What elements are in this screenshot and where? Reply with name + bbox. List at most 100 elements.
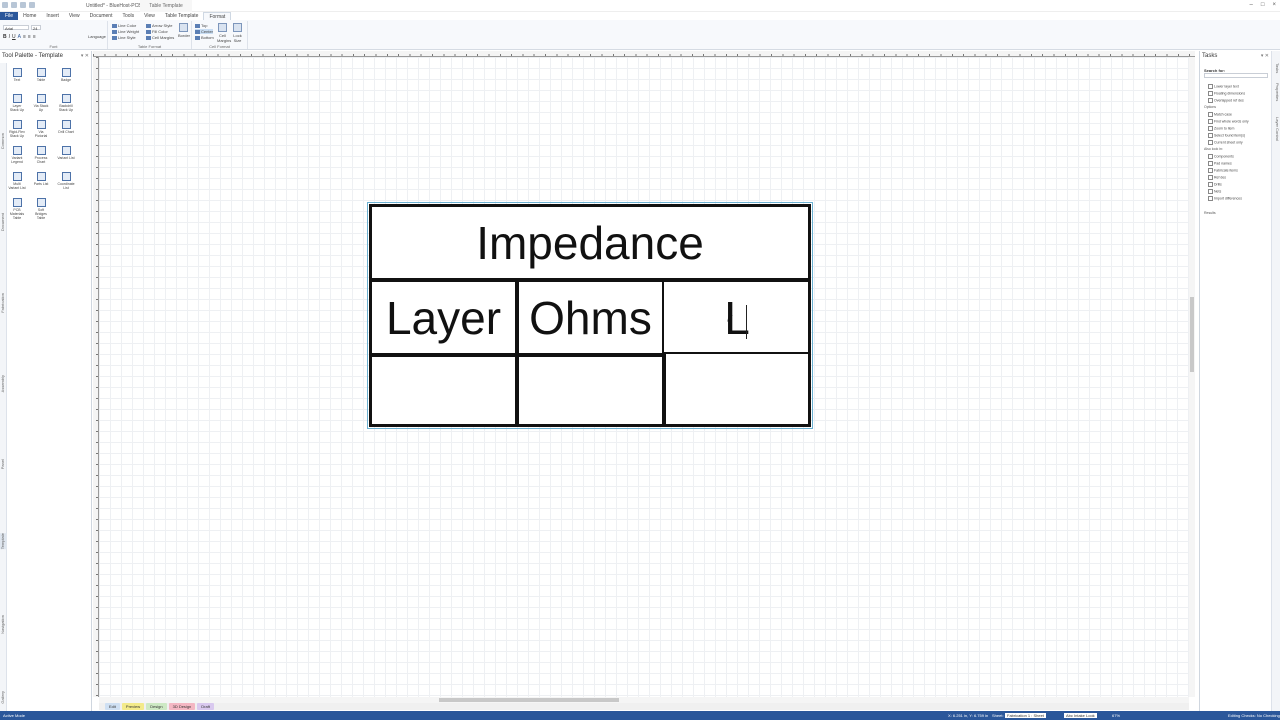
border-button[interactable]: Border (178, 23, 190, 38)
rtab-layer-control[interactable]: Layer Control (1273, 117, 1280, 141)
font-name-select[interactable]: Arial (3, 25, 29, 31)
arrow-style-button[interactable]: Arrow Style (146, 23, 172, 28)
align-center-icon[interactable]: ≡ (28, 34, 31, 40)
lock-size-button[interactable]: Lock Size (232, 23, 243, 43)
option-checkbox[interactable]: Fabricate items (1208, 168, 1238, 173)
tool-item[interactable]: Via Pictorial (32, 120, 50, 138)
tasks-controls[interactable]: ▾ ✕ (1261, 53, 1269, 59)
tool-item[interactable]: Coordinate List (57, 172, 75, 190)
close-button[interactable]: × (1272, 2, 1276, 8)
tab-table-template[interactable]: Table Template (160, 12, 204, 20)
rtab-tasks[interactable]: Tasks (1273, 63, 1280, 73)
option-checkbox[interactable]: Overlapped ref des (1208, 98, 1244, 103)
tool-item[interactable]: Variant List (57, 146, 75, 160)
tool-item[interactable]: Backdrill Stack Up (57, 94, 75, 112)
tool-item[interactable]: Variant Legend (8, 146, 26, 164)
align-left-icon[interactable]: ≡ (23, 34, 26, 40)
vtab-document[interactable]: Document (0, 213, 7, 231)
data-cell[interactable] (372, 357, 515, 424)
vtab-gallery[interactable]: Gallery (0, 691, 7, 704)
align-top-button[interactable]: Top (195, 23, 207, 28)
tool-item[interactable]: PCB Materials Table (8, 198, 26, 220)
search-input[interactable] (1204, 73, 1268, 78)
tab-tools[interactable]: Tools (117, 12, 139, 20)
vtab-fabrication[interactable]: Fabrication (0, 293, 7, 313)
sheet-tab[interactable]: Preview (121, 703, 145, 710)
sheet-tab[interactable]: Edit (105, 703, 120, 710)
cell-margins-small-button[interactable]: Cell Margins (146, 35, 174, 40)
option-checkbox[interactable]: Find whole words only (1208, 119, 1249, 124)
tab-format[interactable]: Format (203, 12, 232, 20)
tab-document[interactable]: Document (85, 12, 118, 20)
language-button[interactable]: Language (88, 34, 106, 39)
tab-file[interactable]: File (0, 12, 19, 20)
option-checkbox[interactable]: Nets (1208, 189, 1221, 194)
header-cell-editing[interactable]: L (666, 282, 808, 353)
tool-item[interactable]: Via Stack Up (32, 94, 50, 112)
option-checkbox[interactable]: Pad names (1208, 161, 1232, 166)
option-checkbox[interactable]: Drills (1208, 182, 1222, 187)
tool-item[interactable]: Process Chart (32, 146, 50, 164)
font-color-icon[interactable]: A (18, 34, 21, 40)
tool-item[interactable]: Rigid-Flex Stack Up (8, 120, 26, 138)
underline-icon[interactable]: U (12, 34, 16, 40)
data-cell[interactable] (666, 357, 808, 424)
fill-color-button[interactable]: Fill Color (146, 29, 168, 34)
units-select[interactable]: Abc Intake Look (1064, 713, 1097, 718)
impedance-table[interactable]: Impedance Layer Ohms L (367, 202, 813, 429)
vtab-common[interactable]: Common (0, 133, 7, 149)
header-cell-ohms[interactable]: Ohms (519, 282, 662, 353)
option-checkbox[interactable]: Components (1208, 154, 1234, 159)
tool-item[interactable]: Text (8, 68, 26, 82)
line-color-button[interactable]: Line Color (112, 23, 136, 28)
option-checkbox[interactable]: Match case (1208, 112, 1232, 117)
undo-icon[interactable] (20, 2, 26, 8)
sheet-tab[interactable]: Design (146, 703, 167, 710)
align-right-icon[interactable]: ≡ (33, 34, 36, 40)
horizontal-scroll-thumb[interactable] (439, 698, 619, 702)
bold-icon[interactable]: B (3, 34, 7, 40)
vertical-scrollbar[interactable] (1189, 57, 1195, 697)
tab-insert[interactable]: Insert (41, 12, 64, 20)
tab-view[interactable]: View (64, 12, 85, 20)
option-checkbox[interactable]: Zoom to item (1208, 126, 1234, 131)
tool-item[interactable]: Badge (57, 68, 75, 82)
tool-item[interactable]: Table (32, 68, 50, 82)
vtab-template[interactable]: Template (0, 533, 7, 550)
option-checkbox[interactable]: Ref des (1208, 175, 1226, 180)
vtab-navigation[interactable]: Navigation (0, 615, 7, 634)
tool-item[interactable]: Layer Stack Up (8, 94, 26, 112)
sheet-tab[interactable]: 3D Design (168, 703, 196, 710)
option-checkbox[interactable]: Floating dimensions (1208, 91, 1245, 96)
save-icon[interactable] (11, 2, 17, 8)
sheet-select[interactable]: Fabrication 1 : Sheet (1005, 713, 1046, 718)
option-checkbox[interactable]: Import differences (1208, 196, 1242, 201)
option-checkbox[interactable]: Current sheet only (1208, 140, 1243, 145)
table-title-cell[interactable]: Impedance (372, 207, 808, 278)
vtab-panel[interactable]: Panel (0, 459, 7, 469)
palette-controls[interactable]: ▾ ✕ (81, 53, 89, 59)
vtab-assembly[interactable]: Assembly (0, 375, 7, 392)
tab-home[interactable]: Home (18, 12, 41, 20)
header-cell-layer[interactable]: Layer (372, 282, 515, 353)
align-center-button[interactable]: Center (195, 29, 214, 34)
minimize-button[interactable]: – (1250, 2, 1253, 8)
editing-checks-status[interactable]: Editing Checks: No Checking (1228, 713, 1280, 718)
tool-item[interactable]: Parts List (32, 172, 50, 186)
line-style-button[interactable]: Line Style (112, 35, 136, 40)
align-bottom-button[interactable]: Bottom (195, 35, 214, 40)
italic-icon[interactable]: I (9, 34, 10, 40)
maximize-button[interactable]: □ (1261, 2, 1265, 8)
tab-view-2[interactable]: View (139, 12, 160, 20)
sheet-tab[interactable]: Draft (197, 703, 214, 710)
rtab-properties[interactable]: Properties (1273, 83, 1280, 101)
tool-item[interactable]: Soft Bridges Table (32, 198, 50, 220)
option-checkbox[interactable]: Select found item(s) (1208, 133, 1245, 138)
data-cell[interactable] (519, 357, 662, 424)
vertical-scroll-thumb[interactable] (1190, 297, 1194, 372)
tool-item[interactable]: Multi Variant List (8, 172, 26, 190)
font-size-select[interactable]: 24 (31, 25, 41, 31)
tool-item[interactable]: Drill Chart (57, 120, 75, 134)
line-weight-button[interactable]: Line Weight (112, 29, 139, 34)
redo-icon[interactable] (29, 2, 35, 8)
